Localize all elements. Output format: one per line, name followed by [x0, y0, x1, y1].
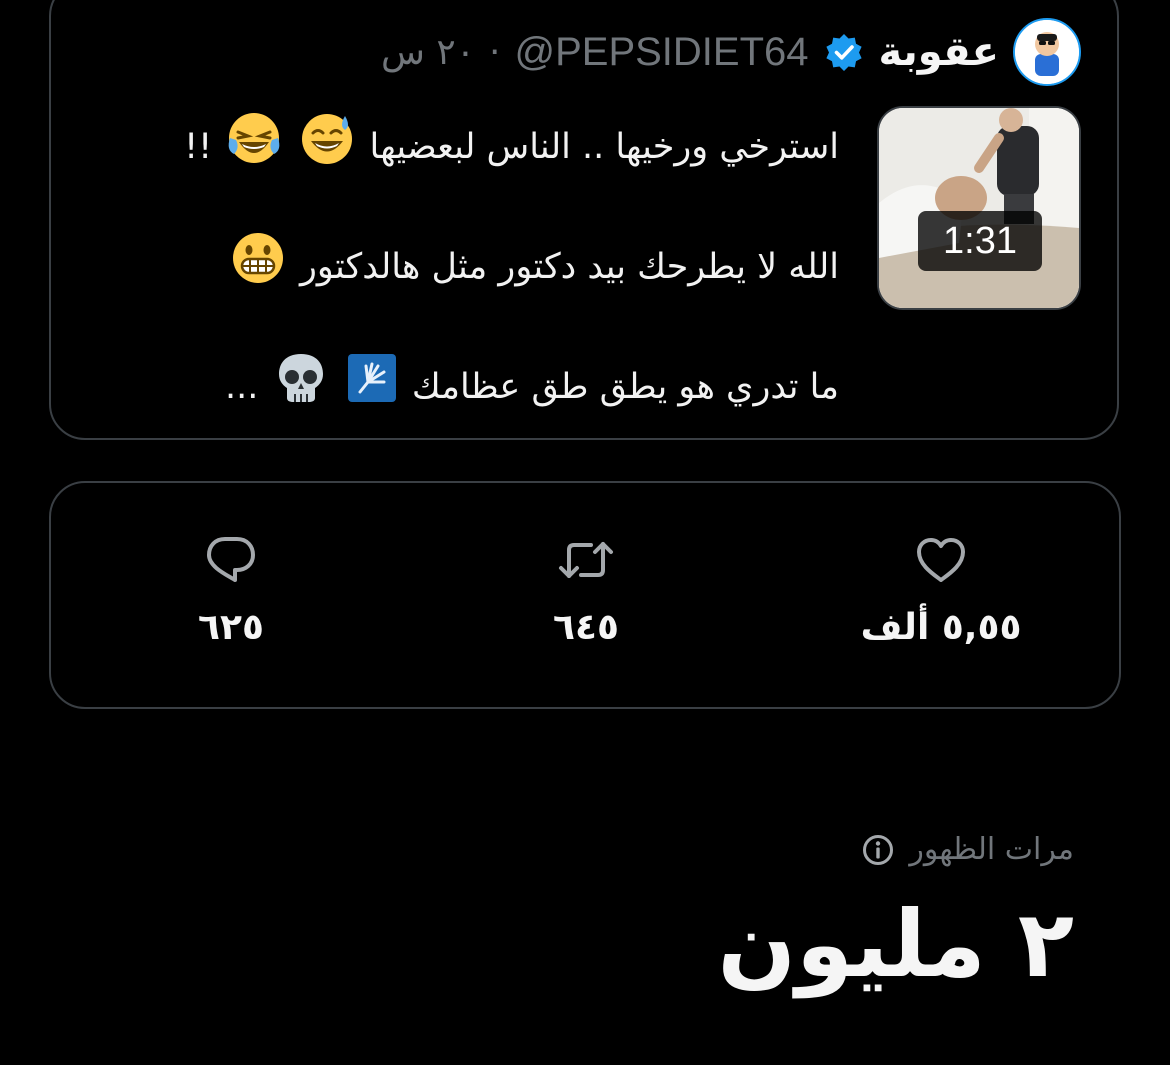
- skull-emoji-icon: [273, 350, 329, 426]
- tweet-text: استرخي ورخيها .. الناس لبعضيها !! الله ل…: [109, 110, 839, 412]
- impressions-label: مرات الظهور: [909, 832, 1074, 867]
- replies-stat[interactable]: ٦٢٥: [81, 535, 381, 648]
- video-thumbnail[interactable]: 1:31: [877, 106, 1081, 310]
- impressions-count: ٢ مليون: [717, 891, 1074, 998]
- likes-stat[interactable]: ٥,٥٥ ألف: [791, 535, 1091, 648]
- display-name[interactable]: عقوبة: [879, 29, 999, 75]
- retweet-icon[interactable]: [557, 535, 615, 585]
- retweets-count: ٦٤٥: [553, 607, 619, 648]
- xray-emoji-icon: [346, 352, 398, 424]
- tweet-line-1-text: استرخي ورخيها .. الناس لبعضيها: [369, 127, 839, 167]
- header-separator: ·: [489, 31, 501, 73]
- tweet-line-1-suffix: !!: [184, 127, 213, 167]
- replies-count: ٦٢٥: [198, 607, 264, 648]
- tweet-line-3: ما تدري هو يطق طق عظامك ...: [109, 350, 839, 412]
- quoted-tweet-card[interactable]: عقوبة @PEPSIDIET64 · ٢٠ س 1:31 استرخي ور…: [49, 0, 1119, 440]
- tweet-line-2-text: الله لا يطرحك بيد دكتور مثل هالدكتور: [300, 247, 839, 287]
- tweet-line-3-text: ما تدري هو يطق طق عظامك: [411, 367, 839, 407]
- reply-icon[interactable]: [205, 535, 257, 585]
- sweat-smile-emoji-icon: [299, 110, 355, 186]
- tweet-header: عقوبة @PEPSIDIET64 · ٢٠ س: [381, 16, 1081, 88]
- grimacing-emoji-icon: [230, 230, 286, 306]
- user-handle[interactable]: @PEPSIDIET64: [514, 30, 808, 75]
- likes-count: ٥,٥٥ ألف: [860, 607, 1022, 648]
- tweet-time[interactable]: ٢٠ س: [381, 32, 475, 73]
- verified-badge-icon: [823, 31, 865, 73]
- tweet-line-3-suffix: ...: [225, 367, 259, 407]
- tweet-line-2: الله لا يطرحك بيد دكتور مثل هالدكتور: [109, 230, 839, 292]
- tweet-detail-screen: عقوبة @PEPSIDIET64 · ٢٠ س 1:31 استرخي ور…: [0, 0, 1170, 1065]
- info-icon[interactable]: [861, 833, 895, 867]
- retweets-stat[interactable]: ٦٤٥: [436, 535, 736, 648]
- impressions-header: مرات الظهور: [861, 832, 1074, 867]
- avatar[interactable]: [1013, 18, 1081, 86]
- engagement-stats-card: ٥,٥٥ ألف ٦٤٥ ٦٢٥: [49, 481, 1121, 709]
- heart-icon[interactable]: [915, 535, 967, 585]
- tears-of-joy-emoji-icon: [226, 110, 282, 186]
- tweet-line-1: استرخي ورخيها .. الناس لبعضيها !!: [109, 110, 839, 172]
- video-duration-badge: 1:31: [918, 211, 1042, 271]
